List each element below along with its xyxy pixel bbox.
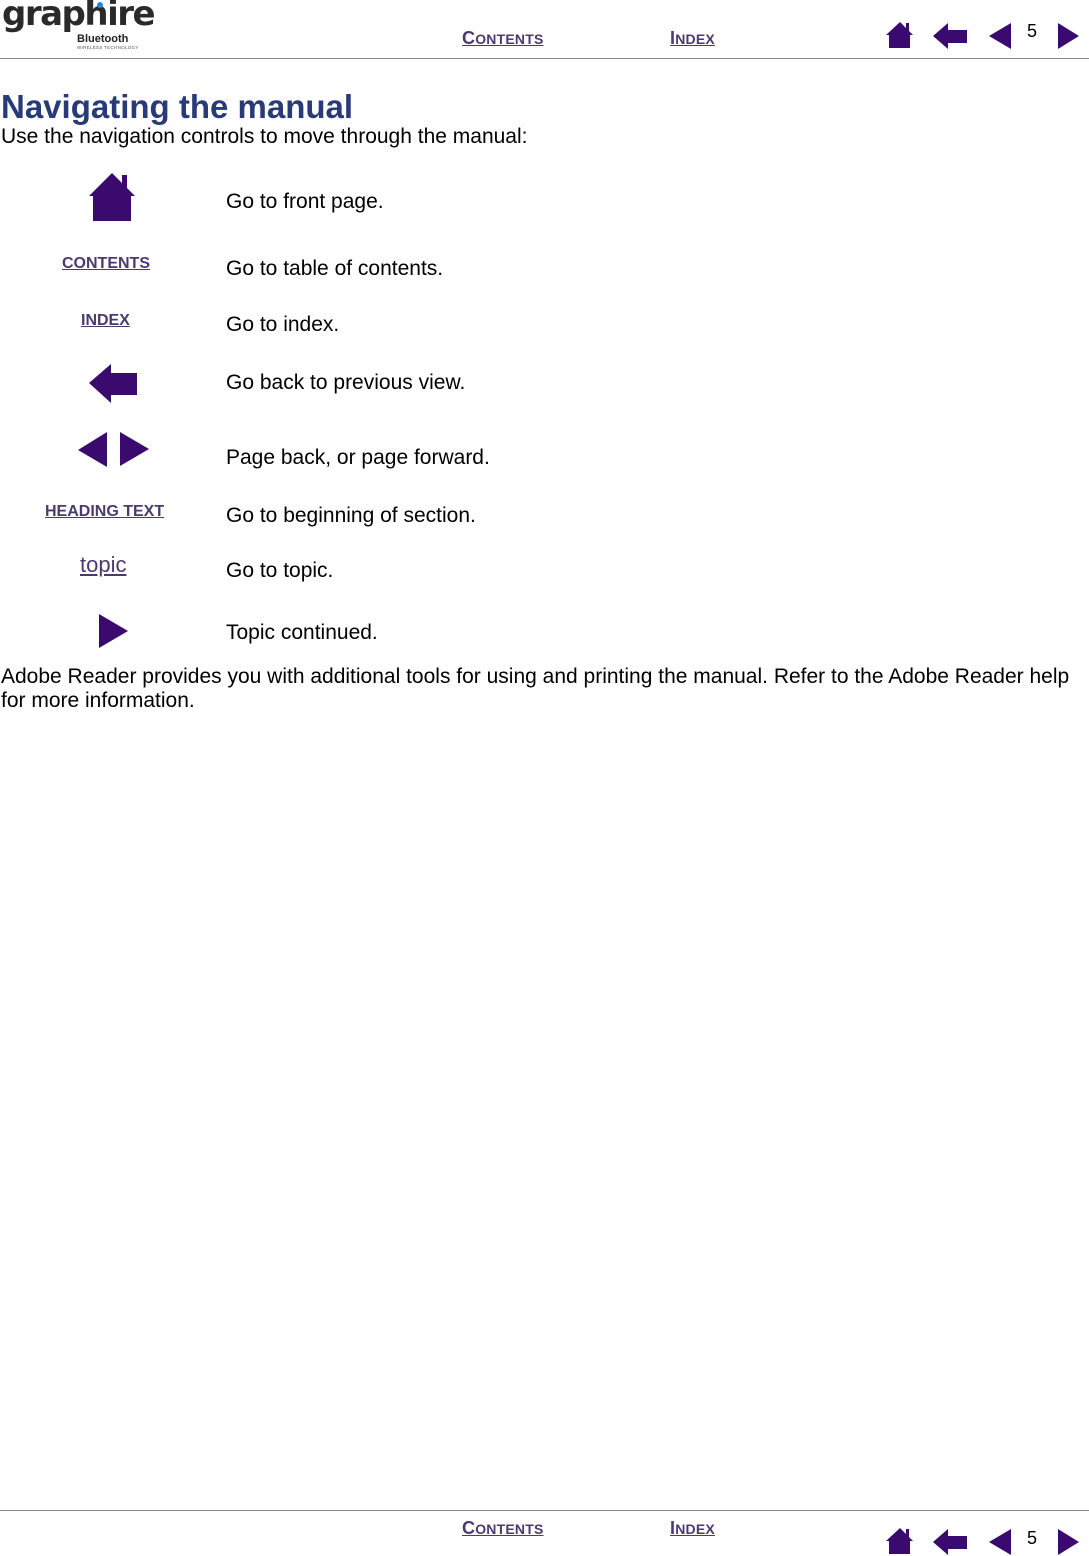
- index-link-rest: NDEX: [675, 31, 715, 47]
- footer-divider: [0, 1510, 1089, 1511]
- index-link-sample[interactable]: INDEX: [81, 312, 130, 330]
- footer-contents-link[interactable]: CONTENTS: [462, 1518, 544, 1539]
- legend-description: Go to beginning of section.: [226, 504, 476, 527]
- logo-brand: graphire: [2, 0, 156, 34]
- home-icon[interactable]: [88, 172, 138, 222]
- intro-text: Use the navigation controls to move thro…: [1, 125, 528, 148]
- page-back-icon[interactable]: [989, 22, 1013, 50]
- footer-page-forward-icon[interactable]: [1056, 1528, 1080, 1556]
- contents-link-sample[interactable]: CONTENTS: [62, 255, 150, 273]
- index-link[interactable]: INDEX: [670, 28, 715, 49]
- page-title: Navigating the manual: [1, 88, 354, 125]
- contents-link-rest: ONTENTS: [475, 31, 544, 47]
- legend-description: Go to topic.: [226, 559, 334, 582]
- legend-description: Go to front page.: [226, 190, 384, 213]
- footer-index-link[interactable]: INDEX: [670, 1518, 715, 1539]
- page-forward-icon[interactable]: [119, 432, 150, 468]
- legend-description: Go to table of contents.: [226, 257, 444, 280]
- legend-description: Topic continued.: [226, 621, 378, 644]
- page-forward-icon[interactable]: [1056, 22, 1080, 50]
- legend-description: Page back, or page forward.: [226, 446, 490, 469]
- continue-icon[interactable]: [98, 613, 130, 649]
- back-view-icon[interactable]: [89, 364, 139, 404]
- page-back-icon[interactable]: [78, 432, 109, 468]
- logo-dot: [97, 2, 103, 8]
- contents-link-rest: ONTENTS: [475, 1521, 544, 1537]
- heading-text-link-sample[interactable]: HEADING TEXT: [45, 503, 164, 521]
- back-view-icon[interactable]: [933, 22, 969, 50]
- footer-home-icon[interactable]: [886, 1526, 914, 1556]
- footer-page-back-icon[interactable]: [989, 1528, 1013, 1556]
- topic-link-sample[interactable]: topic: [80, 552, 126, 578]
- outro-text: Adobe Reader provides you with additiona…: [1, 665, 1070, 712]
- legend-description: Go back to previous view.: [226, 371, 466, 394]
- footer-page-number: 5: [1027, 1528, 1038, 1548]
- logo-bluetooth: Bluetooth: [77, 33, 129, 45]
- footer-back-view-icon[interactable]: [933, 1528, 969, 1556]
- page-number: 5: [1027, 21, 1038, 41]
- home-icon[interactable]: [886, 20, 914, 50]
- contents-link[interactable]: CONTENTS: [462, 28, 544, 49]
- logo-tagline: WIRELESS TECHNOLOGY: [77, 45, 139, 50]
- header-divider: [0, 58, 1089, 59]
- contents-link-initial: C: [462, 1518, 476, 1538]
- contents-link-initial: C: [462, 28, 476, 48]
- index-link-rest: NDEX: [675, 1521, 715, 1537]
- legend-description: Go to index.: [226, 313, 340, 336]
